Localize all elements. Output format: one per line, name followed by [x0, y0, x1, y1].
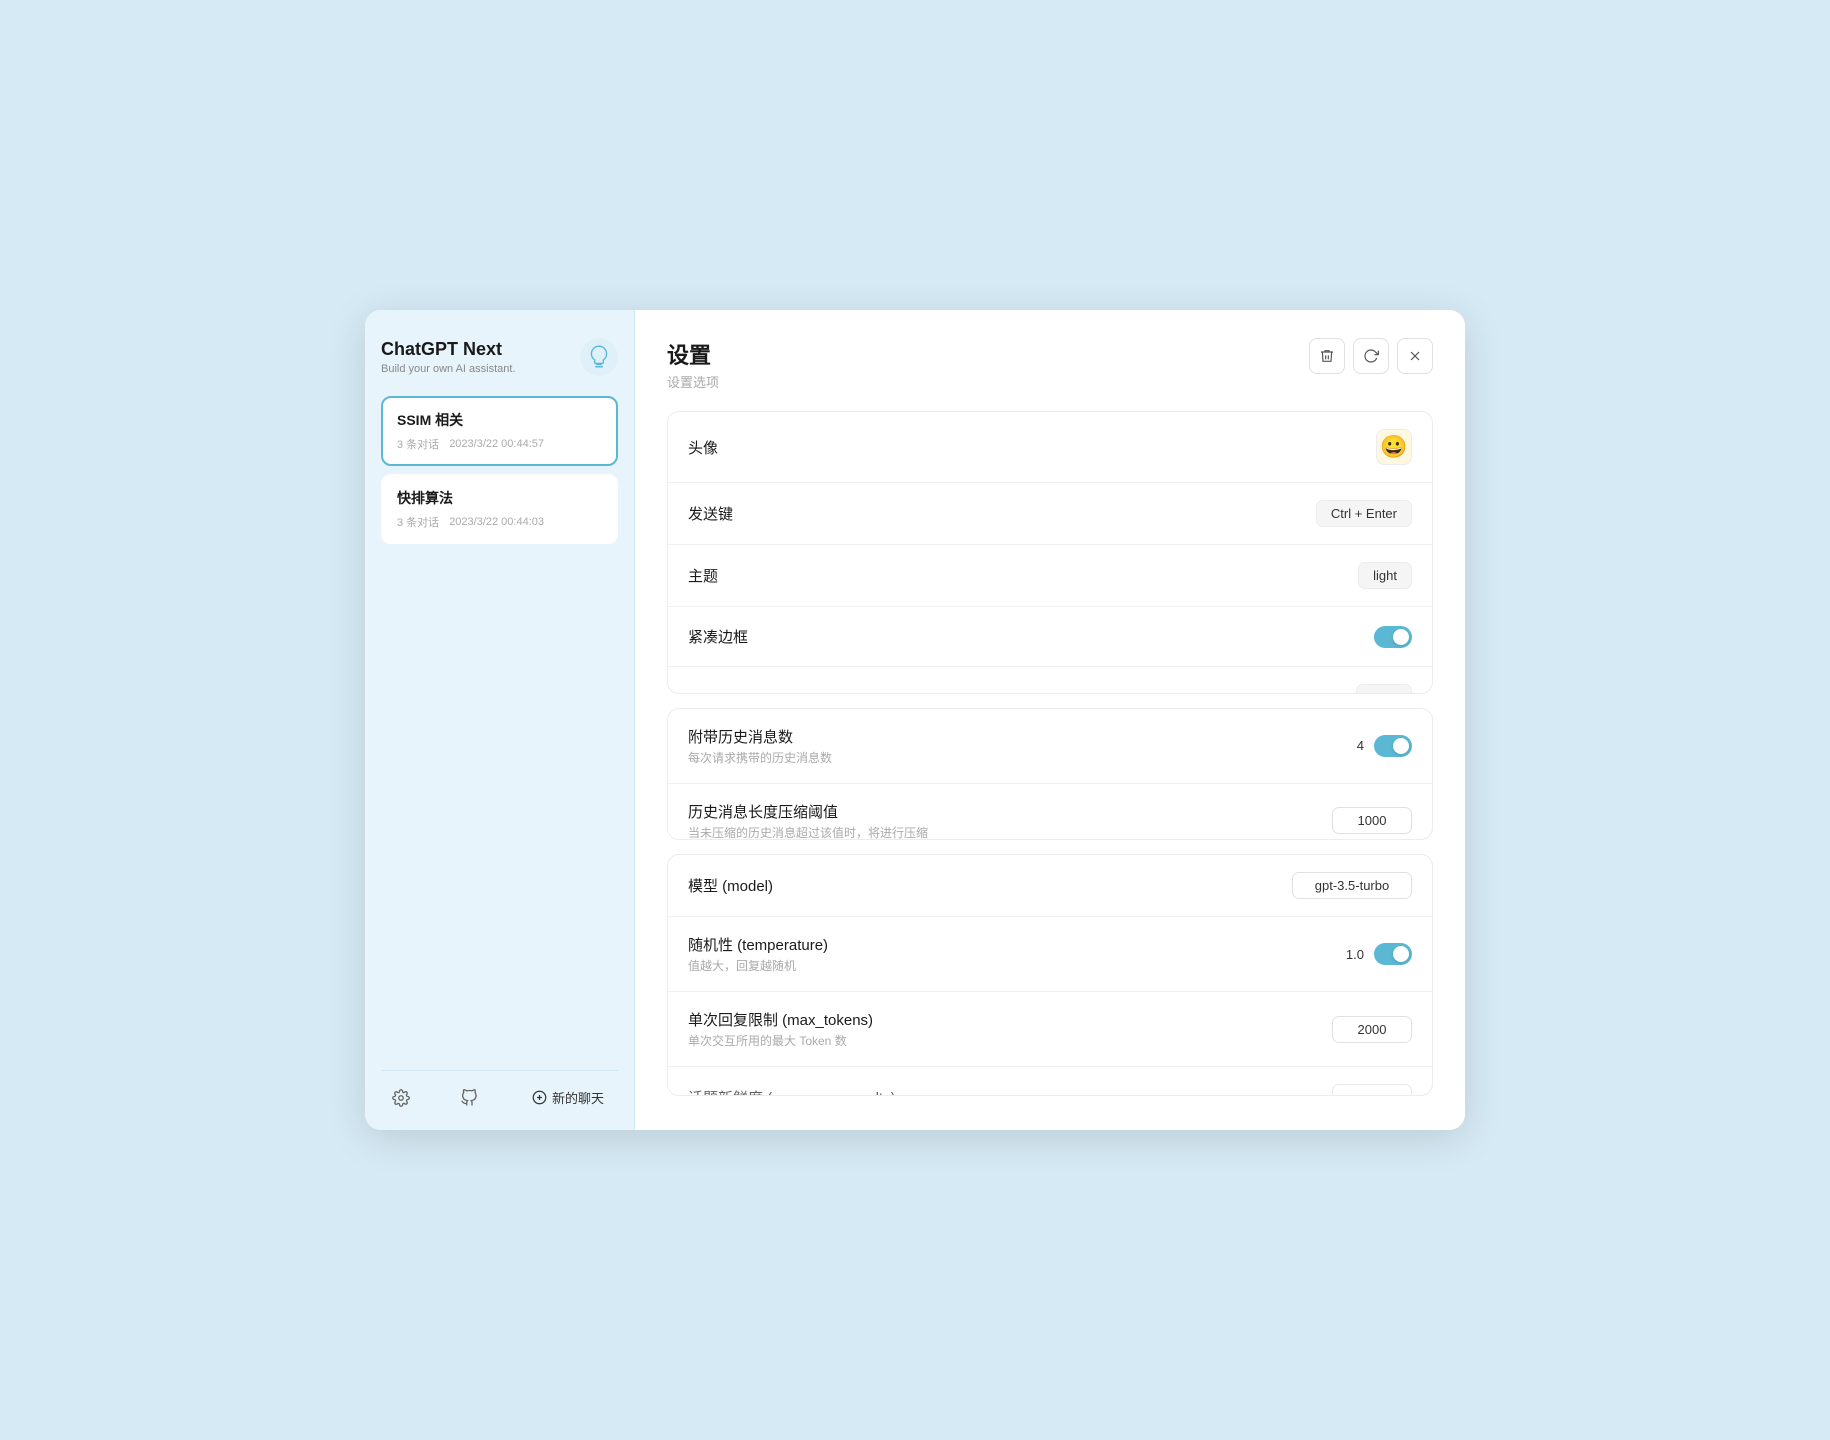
history-count-num: 4 [1344, 738, 1364, 753]
theme-label: 主题 [688, 565, 718, 586]
close-icon [1407, 348, 1423, 364]
settings-subtitle: 设置选项 [667, 372, 719, 391]
settings-row-presence-penalty: 话题新鲜度 (presence_penalty) [668, 1067, 1432, 1096]
settings-row-model: 模型 (model) [668, 855, 1432, 917]
settings-row-sendkey: 发送键 Ctrl + Enter [668, 483, 1432, 545]
temperature-sublabel: 值越大，回复越随机 [688, 957, 828, 974]
chat-item-date: 2023/3/22 00:44:57 [449, 438, 544, 450]
history-count-labels: 附带历史消息数 每次请求携带的历史消息数 [688, 726, 832, 766]
settings-row-history-count: 附带历史消息数 每次请求携带的历史消息数 4 [668, 709, 1432, 784]
sendkey-value: Ctrl + Enter [1316, 500, 1412, 527]
sidebar: ChatGPT Next Build your own AI assistant… [365, 310, 635, 1130]
settings-row-max-tokens: 单次回复限制 (max_tokens) 单次交互所用的最大 Token 数 [668, 992, 1432, 1067]
compress-threshold-sublabel: 当未压缩的历史消息超过该值时，将进行压缩 [688, 824, 928, 841]
presence-penalty-input[interactable] [1332, 1084, 1412, 1096]
sidebar-subtitle: Build your own AI assistant. [381, 363, 516, 375]
refresh-button[interactable] [1353, 338, 1389, 374]
settings-icon [392, 1089, 410, 1107]
model-value [1292, 872, 1412, 899]
settings-row-temperature: 随机性 (temperature) 值越大，回复越随机 1.0 [668, 917, 1432, 992]
temperature-label: 随机性 (temperature) [688, 934, 828, 955]
compress-threshold-label: 历史消息长度压缩阈值 [688, 801, 928, 822]
compress-threshold-value [1332, 807, 1412, 834]
avatar-label: 头像 [688, 437, 718, 458]
chat-item-chat-2[interactable]: 快排算法 3 条对话 2023/3/22 00:44:03 [381, 474, 618, 544]
history-count-label: 附带历史消息数 [688, 726, 832, 747]
app-logo [580, 338, 618, 376]
max-tokens-value [1332, 1016, 1412, 1043]
sidebar-brand: ChatGPT Next Build your own AI assistant… [381, 339, 516, 375]
settings-title: 设置 [667, 338, 719, 370]
avatar-emoji[interactable]: 😀 [1376, 429, 1412, 465]
sidebar-header: ChatGPT Next Build your own AI assistant… [381, 338, 618, 376]
chat-item-date: 2023/3/22 00:44:03 [449, 516, 544, 528]
github-icon [460, 1089, 478, 1107]
settings-row-language: Language 中文 [668, 667, 1432, 694]
settings-title-block: 设置 设置选项 [667, 338, 719, 391]
settings-header: 设置 设置选项 [667, 338, 1433, 391]
presence-penalty-label: 话题新鲜度 (presence_penalty) [688, 1087, 896, 1096]
refresh-icon [1363, 348, 1379, 364]
model-input[interactable] [1292, 872, 1412, 899]
plus-circle-icon [532, 1090, 547, 1105]
chat-item-chat-1[interactable]: SSIM 相关 3 条对话 2023/3/22 00:44:57 [381, 396, 618, 466]
temperature-num: 1.0 [1344, 947, 1364, 962]
presence-penalty-labels: 话题新鲜度 (presence_penalty) [688, 1087, 896, 1096]
settings-section-model: 模型 (model) 随机性 (temperature) 值越大，回复越随机 1… [667, 854, 1433, 1096]
compress-threshold-labels: 历史消息长度压缩阈值 当未压缩的历史消息超过该值时，将进行压缩 [688, 801, 928, 841]
chat-item-meta: 3 条对话 2023/3/22 00:44:57 [397, 436, 602, 452]
settings-row-compact: 紧凑边框 [668, 607, 1432, 667]
max-tokens-label: 单次回复限制 (max_tokens) [688, 1009, 873, 1030]
main-panel: 设置 设置选项 [635, 310, 1465, 1130]
history-count-sublabel: 每次请求携带的历史消息数 [688, 749, 832, 766]
language-label: Language [688, 691, 755, 694]
theme-value: light [1358, 562, 1412, 589]
compact-toggle[interactable] [1374, 626, 1412, 648]
compact-value [1374, 626, 1412, 648]
settings-icon-button[interactable] [385, 1082, 417, 1114]
max-tokens-sublabel: 单次交互所用的最大 Token 数 [688, 1032, 873, 1049]
sendkey-badge[interactable]: Ctrl + Enter [1316, 500, 1412, 527]
chat-item-meta: 3 条对话 2023/3/22 00:44:03 [397, 514, 602, 530]
temperature-toggle[interactable] [1374, 943, 1412, 965]
settings-row-compress-threshold: 历史消息长度压缩阈值 当未压缩的历史消息超过该值时，将进行压缩 [668, 784, 1432, 841]
settings-body: 头像 😀 发送键 Ctrl + Enter 主题 light [667, 411, 1433, 1130]
sidebar-footer: 新的聊天 [381, 1070, 618, 1114]
close-button[interactable] [1397, 338, 1433, 374]
chat-item-count: 3 条对话 [397, 436, 439, 452]
presence-penalty-value [1332, 1084, 1412, 1096]
temperature-labels: 随机性 (temperature) 值越大，回复越随机 [688, 934, 828, 974]
language-badge[interactable]: 中文 [1356, 684, 1412, 694]
language-value: 中文 [1356, 684, 1412, 694]
compress-threshold-input[interactable] [1332, 807, 1412, 834]
settings-header-actions [1309, 338, 1433, 374]
max-tokens-labels: 单次回复限制 (max_tokens) 单次交互所用的最大 Token 数 [688, 1009, 873, 1049]
avatar-value[interactable]: 😀 [1376, 429, 1412, 465]
history-count-value: 4 [1344, 735, 1412, 757]
history-count-toggle[interactable] [1374, 735, 1412, 757]
model-label: 模型 (model) [688, 875, 773, 896]
chat-item-title: SSIM 相关 [397, 410, 602, 430]
settings-section-basic: 头像 😀 发送键 Ctrl + Enter 主题 light [667, 411, 1433, 694]
github-icon-button[interactable] [453, 1082, 485, 1114]
theme-badge[interactable]: light [1358, 562, 1412, 589]
logo-icon [586, 344, 612, 370]
max-tokens-input[interactable] [1332, 1016, 1412, 1043]
chat-item-title: 快排算法 [397, 488, 602, 508]
app-window: ChatGPT Next Build your own AI assistant… [365, 310, 1465, 1130]
settings-row-theme: 主题 light [668, 545, 1432, 607]
sidebar-title: ChatGPT Next [381, 339, 516, 361]
compact-label: 紧凑边框 [688, 626, 748, 647]
trash-icon [1319, 348, 1335, 364]
settings-section-history: 附带历史消息数 每次请求携带的历史消息数 4 历史消息长度压缩阈值 当未压缩的历… [667, 708, 1433, 841]
settings-row-avatar: 头像 😀 [668, 412, 1432, 483]
chat-item-count: 3 条对话 [397, 514, 439, 530]
temperature-value: 1.0 [1344, 943, 1412, 965]
new-chat-label: 新的聊天 [552, 1088, 604, 1107]
sendkey-label: 发送键 [688, 503, 733, 524]
new-chat-button[interactable]: 新的聊天 [522, 1081, 614, 1114]
chat-list: SSIM 相关 3 条对话 2023/3/22 00:44:57 快排算法 3 … [381, 396, 618, 1058]
reset-button[interactable] [1309, 338, 1345, 374]
